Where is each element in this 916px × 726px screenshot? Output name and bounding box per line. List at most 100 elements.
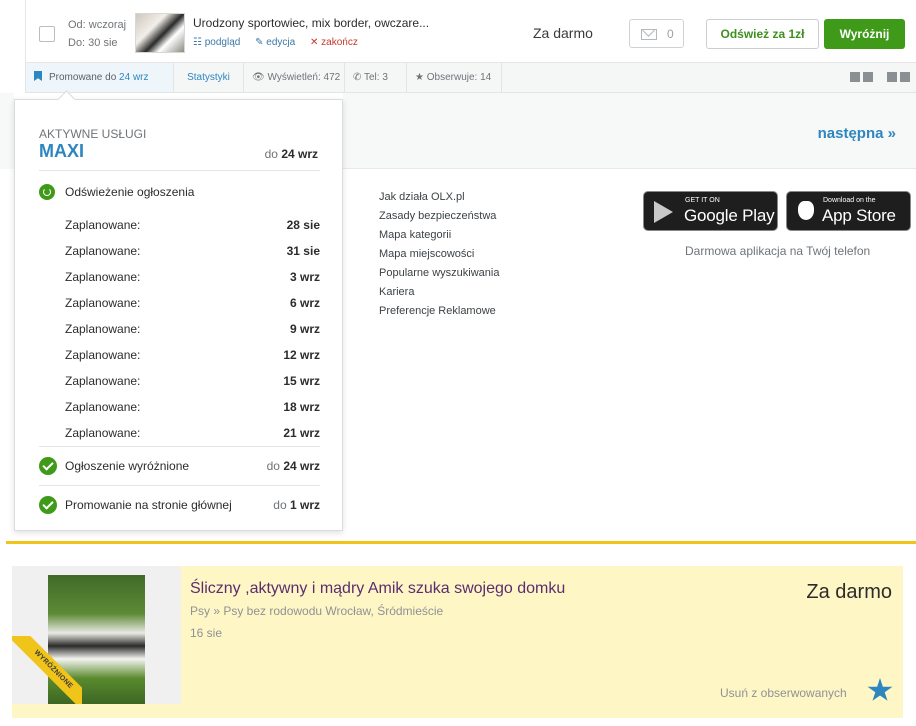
plan-name: MAXI <box>39 141 84 161</box>
remove-from-watched-link[interactable]: Usuń z obserwowanych <box>720 686 847 700</box>
google-play-badge[interactable]: GET IT ON Google Play <box>643 191 778 231</box>
schedule-date: 31 sie <box>286 244 320 258</box>
apple-icon <box>798 201 814 220</box>
envelope-icon <box>641 29 657 40</box>
schedule-date: 3 wrz <box>289 270 320 284</box>
footer-links: Jak działa OLX.pl Zasady bezpieczeństwa … <box>379 188 499 321</box>
phone-label: Tel: 3 <box>363 72 388 83</box>
views-count: 👁 Wyświetleń: 472 <box>244 63 345 92</box>
active-services-popover: AKTYWNE USŁUGI MAXI do 24 wrz Odświeżeni… <box>14 99 343 531</box>
ad-to-date: Do: 30 sie <box>68 37 118 49</box>
messages-count: 0 <box>667 27 674 41</box>
twitter-icon[interactable] <box>863 72 873 82</box>
ad-stats-bar: Promowane do 24 wrz Statystyki 👁 Wyświet… <box>25 63 916 93</box>
expiry-prefix: do <box>266 459 284 473</box>
app-store-small: Download on the <box>823 197 876 204</box>
preview-link[interactable]: ☷ podgląd <box>193 37 246 48</box>
share-icon[interactable] <box>900 72 910 82</box>
ad-from-date: Od: wczoraj <box>68 19 127 31</box>
service-homepage-label: Promowanie na stronie głównej <box>65 498 232 512</box>
schedule-date: 28 sie <box>286 218 320 232</box>
feature-button[interactable]: Wyróżnij <box>824 19 905 49</box>
ad-thumbnail[interactable] <box>135 13 185 53</box>
featured-ribbon-label: WYRÓŻNIONE <box>12 636 82 704</box>
featured-ad-card[interactable]: WYRÓŻNIONE Śliczny ,aktywny i mądry Amik… <box>12 566 903 718</box>
print-icon[interactable] <box>887 72 897 82</box>
ad-price: Za darmo <box>806 581 892 603</box>
featured-ribbon: WYRÓŻNIONE <box>12 636 82 704</box>
end-label: zakończ <box>321 37 358 48</box>
pager-bg <box>0 93 14 169</box>
service-featured-label: Ogłoszenie wyróżnione <box>65 459 190 473</box>
schedule-date: 18 wrz <box>283 400 320 414</box>
featured-divider <box>6 541 916 544</box>
end-link[interactable]: ✕ zakończ <box>310 37 364 48</box>
messages-button[interactable]: 0 <box>629 19 684 48</box>
facebook-icon[interactable] <box>850 72 860 82</box>
expiry-date: 24 wrz <box>283 459 320 473</box>
footer-link[interactable]: Mapa kategorii <box>379 226 499 245</box>
footer-link[interactable]: Preferencje Reklamowe <box>379 302 499 321</box>
service-featured-expiry: do 24 wrz <box>267 459 320 473</box>
schedule-date: 21 wrz <box>283 426 320 440</box>
ad-price: Za darmo <box>533 25 593 41</box>
plan-expiry-prefix: do <box>264 147 282 161</box>
footer-link[interactable]: Mapa miejscowości <box>379 245 499 264</box>
popover-heading: AKTYWNE USŁUGI <box>39 127 147 141</box>
edit-label: edycja <box>266 37 296 48</box>
page-bottom <box>12 718 903 726</box>
footer-link[interactable]: Jak działa OLX.pl <box>379 188 499 207</box>
schedule-label: Zaplanowane: <box>65 400 141 414</box>
ad-date: 16 sie <box>190 626 223 640</box>
check-icon <box>39 496 57 514</box>
watchers-label: Obserwuje: 14 <box>426 72 492 83</box>
schedule-label: Zaplanowane: <box>65 244 141 258</box>
schedule-label: Zaplanowane: <box>65 296 141 310</box>
refresh-button[interactable]: Odśwież za 1zł <box>706 19 819 49</box>
ad-actions: ☷ podgląd ✎ edycja ✕ zakończ <box>193 37 370 48</box>
app-promo-text: Darmowa aplikacja na Twój telefon <box>685 244 871 258</box>
phone-count: ✆ Tel: 3 <box>345 63 407 92</box>
share-icons <box>847 72 910 85</box>
schedule-date: 6 wrz <box>289 296 320 310</box>
footer-link[interactable]: Popularne wyszukiwania <box>379 264 499 283</box>
divider <box>39 485 320 486</box>
star-icon[interactable] <box>867 678 893 701</box>
ad-title-link[interactable]: Śliczny ,aktywny i mądry Amik szuka swoj… <box>190 580 565 598</box>
check-icon <box>39 457 57 475</box>
promotion-toggle[interactable]: Promowane do 24 wrz <box>26 63 174 92</box>
service-refresh-label: Odświeżenie ogłoszenia <box>65 185 195 199</box>
expiry-prefix: do <box>273 498 290 512</box>
next-page-link[interactable]: następna » <box>818 125 896 142</box>
footer-link[interactable]: Kariera <box>379 283 499 302</box>
promotion-label: Promowane do <box>49 72 120 83</box>
statistics-link[interactable]: Statystyki <box>174 63 244 92</box>
google-play-big: Google Play <box>684 206 775 225</box>
views-label: Wyświetleń: 472 <box>267 72 341 83</box>
schedule-date: 9 wrz <box>289 322 320 336</box>
watchers-count: ★ Obserwuje: 14 <box>407 63 502 92</box>
select-checkbox[interactable] <box>39 26 55 42</box>
schedule-date: 12 wrz <box>283 348 320 362</box>
edit-link[interactable]: ✎ edycja <box>255 37 301 48</box>
footer-link[interactable]: Zasady bezpieczeństwa <box>379 207 499 226</box>
schedule-label: Zaplanowane: <box>65 322 141 336</box>
google-play-small: GET IT ON <box>685 197 720 204</box>
schedule-label: Zaplanowane: <box>65 374 141 388</box>
app-store-badge[interactable]: Download on the App Store <box>786 191 911 231</box>
schedule-label: Zaplanowane: <box>65 426 141 440</box>
promotion-date: 24 wrz <box>119 72 149 83</box>
my-ad-row: Od: wczoraj Do: 30 sie Urodzony sportowi… <box>25 0 916 63</box>
plan-expiry-date: 24 wrz <box>281 147 318 161</box>
refresh-icon <box>39 184 55 200</box>
plan-expiry: do 24 wrz <box>265 147 318 161</box>
preview-label: podgląd <box>204 37 241 48</box>
divider <box>39 446 320 447</box>
expiry-date: 1 wrz <box>289 498 320 512</box>
ad-dates: Od: wczoraj Do: 30 sie <box>68 16 126 52</box>
service-homepage-expiry: do 1 wrz <box>273 498 320 512</box>
schedule-date: 15 wrz <box>283 374 320 388</box>
ad-title-link[interactable]: Urodzony sportowiec, mix border, owczare… <box>193 16 429 30</box>
bookmark-icon <box>34 71 42 81</box>
ad-category-location: Psy » Psy bez rodowodu Wrocław, Śródmieś… <box>190 604 444 618</box>
